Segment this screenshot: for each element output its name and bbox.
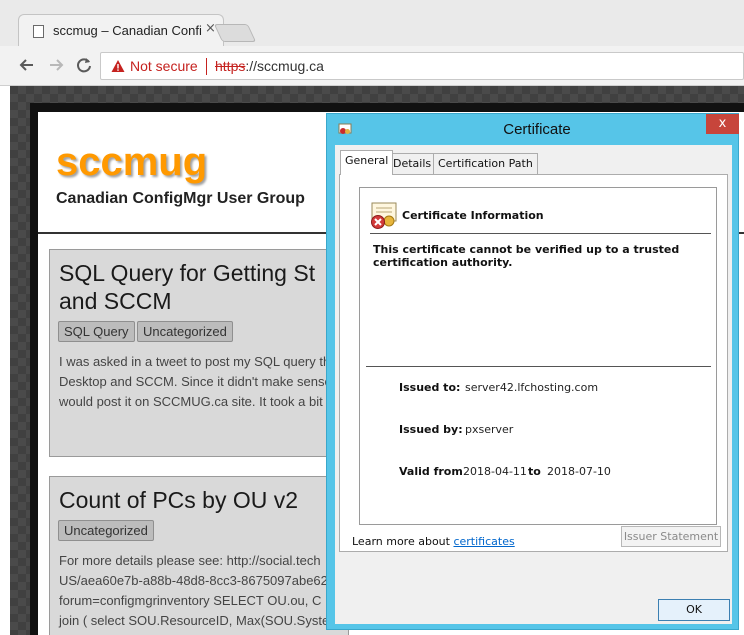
site-title[interactable]: sccmug [56,140,207,185]
browser-tab[interactable]: sccmug – Canadian Confi × [18,14,224,48]
not-secure-label[interactable]: Not secure [130,58,198,74]
valid-from-value: 2018-04-11 [463,465,527,478]
browser-toolbar: Not secure https://sccmug.ca [0,46,744,86]
learn-more-text: Learn more about certificates [352,535,515,548]
info-heading: Certificate Information [402,209,544,222]
post-excerpt-line: would post it on SCCMUG.ca site. It took… [59,394,323,409]
tab-certification-path[interactable]: Certification Path [433,153,538,174]
general-panel: Certificate Information This certificate… [339,174,728,552]
post-excerpt-line: For more details please see: http://soci… [59,553,321,568]
certificate-error-icon [371,202,397,229]
tab-details[interactable]: Details [388,153,437,174]
learn-more-prefix: Learn more about [352,535,454,548]
trust-warning-message: This certificate cannot be verified up t… [373,243,680,269]
post-excerpt-line: join ( select SOU.ResourceID, Max(SOU.Sy… [59,613,330,628]
post-title[interactable]: SQL Query for Getting St [59,259,315,287]
info-divider-2 [366,366,711,367]
valid-to-label: to [528,465,541,478]
dialog-title: Certificate [503,121,571,138]
url-scheme: https [215,58,246,74]
ok-button[interactable]: OK [658,599,730,621]
issued-by-value: pxserver [465,423,514,436]
site-tagline: Canadian ConfigMgr User Group [56,190,305,207]
tab-title: sccmug – Canadian Confi [53,23,202,38]
valid-to-value: 2018-07-10 [547,465,611,478]
reload-icon[interactable] [73,54,95,76]
tag-chip[interactable]: Uncategorized [137,321,233,342]
window-edge [0,86,10,635]
tag-chip[interactable]: Uncategorized [58,520,154,541]
certificate-dialog: Certificate x General Details Certificat… [326,113,739,630]
dialog-body: General Details Certification Path Certi… [335,145,732,624]
issuer-statement-button[interactable]: Issuer Statement [621,526,721,547]
issued-to-value: server42.lfchosting.com [465,381,599,394]
address-bar[interactable]: Not secure https://sccmug.ca [100,52,744,80]
url-text[interactable]: https://sccmug.ca [215,58,324,74]
browser-tabstrip: sccmug – Canadian Confi × [0,0,744,48]
issued-by-label: Issued by: [399,423,463,436]
back-arrow-icon[interactable] [16,54,38,76]
tag-chip[interactable]: SQL Query [58,321,135,342]
post-excerpt-line: US/aea60e7b-a88b-48d8-8cc3-8675097abe62 [59,573,328,588]
info-divider [370,233,711,234]
certificates-link[interactable]: certificates [453,535,514,548]
valid-from-label: Valid from [399,465,463,478]
forward-arrow-icon[interactable] [45,54,67,76]
post-title[interactable]: Count of PCs by OU v2 [59,486,298,514]
close-icon[interactable]: x [706,114,739,134]
page-icon [33,25,44,38]
certificate-info-box: Certificate Information This certificate… [359,187,717,525]
post-card: SQL Query for Getting St and SCCM SQL Qu… [49,249,349,457]
post-title-continued[interactable]: and SCCM [59,287,171,315]
post-card: Count of PCs by OU v2 Uncategorized For … [49,476,349,635]
issued-to-label: Issued to: [399,381,461,394]
post-excerpt-line: Desktop and SCCM. Since it didn't make s… [59,374,332,389]
tab-general[interactable]: General [340,150,394,175]
address-separator [206,58,207,75]
url-host: ://sccmug.ca [245,58,324,74]
post-excerpt-line: forum=configmgrinventory SELECT OU.ou, C [59,593,322,608]
post-excerpt-line: I was asked in a tweet to post my SQL qu… [59,354,331,369]
warning-triangle-icon[interactable] [111,59,125,73]
